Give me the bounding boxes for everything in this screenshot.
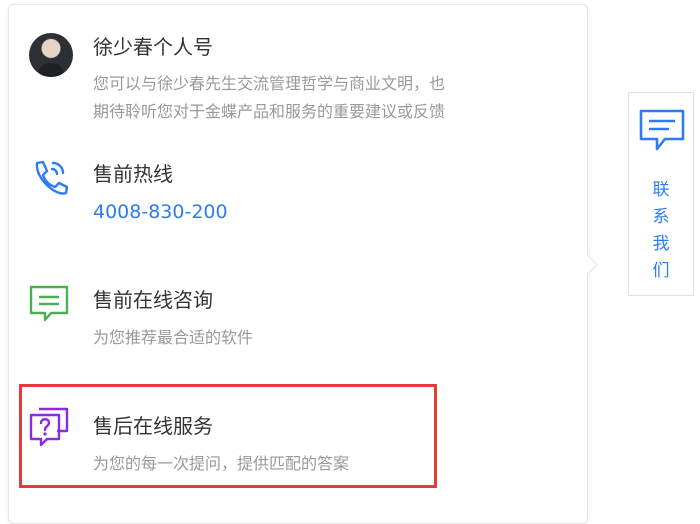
- contact-us-label: 联 系 我 们: [629, 177, 693, 285]
- contact-us-char-3: 我: [652, 234, 670, 254]
- personal-account-title: 徐少春个人号: [93, 35, 213, 59]
- personal-account-item[interactable]: 徐少春个人号 您可以与徐少春先生交流管理哲学与商业文明，也 期待聆听您对于金蝶产…: [9, 5, 587, 135]
- contact-us-char-1: 联: [652, 180, 670, 200]
- personal-account-desc-line2: 期待聆听您对于金蝶产品和服务的重要建议或反馈: [93, 102, 446, 121]
- presales-hotline-number[interactable]: 4008-830-200: [93, 201, 228, 223]
- phone-icon: [27, 155, 71, 199]
- presales-online-item[interactable]: 售前在线咨询 为您推荐最合适的软件: [9, 271, 587, 371]
- presales-hotline-item[interactable]: 售前热线 4008-830-200: [9, 145, 587, 245]
- presales-hotline-title: 售前热线: [93, 162, 173, 186]
- chat-message-icon: [27, 281, 71, 325]
- message-icon: [637, 107, 687, 153]
- highlight-box: [19, 384, 437, 488]
- presales-online-desc: 为您推荐最合适的软件: [93, 328, 254, 347]
- personal-account-desc-line1: 您可以与徐少春先生交流管理哲学与商业文明，也: [93, 74, 446, 93]
- contact-us-tab[interactable]: 联 系 我 们: [628, 92, 694, 296]
- contact-us-char-2: 系: [652, 207, 670, 227]
- avatar: [29, 33, 73, 77]
- presales-online-title: 售前在线咨询: [93, 288, 213, 312]
- contact-us-char-4: 们: [652, 261, 670, 281]
